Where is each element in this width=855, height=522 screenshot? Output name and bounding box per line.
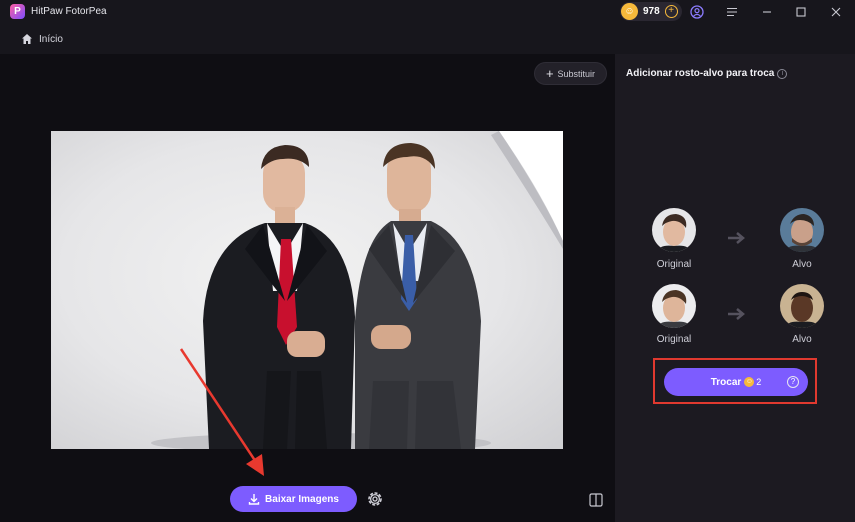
coin-icon: ☺ [621,3,638,20]
swap-label: Trocar [710,376,742,388]
download-images-button[interactable]: Baixar Imagens [230,486,357,512]
maximize-icon[interactable] [792,3,810,21]
home-link[interactable]: Início [39,34,63,45]
original-face-2[interactable] [652,284,696,328]
coin-icon: ☺ [744,377,755,387]
app-title: HitPaw FotorPea [31,6,107,17]
original-face-1[interactable] [652,208,696,252]
target-label-1: Alvo [792,259,812,270]
add-credits-icon[interactable]: + [664,5,678,18]
plus-icon: + [545,66,554,81]
nav-bar: Início [0,24,855,54]
close-icon[interactable] [827,3,845,21]
panel-title-text: Adicionar rosto-alvo para troca [626,68,775,79]
replace-label: Substituir [557,68,596,79]
credits-badge[interactable]: ☺ 978 + [620,2,682,21]
original-label-1: Original [656,259,692,270]
photo-two-men-in-suits [151,131,563,449]
download-label: Baixar Imagens [265,493,339,505]
image-preview [51,131,563,449]
arrow-right-icon [728,308,745,320]
target-face-2[interactable] [780,284,824,328]
minimize-icon[interactable] [758,3,776,21]
menu-icon[interactable] [723,3,741,21]
target-label-2: Alvo [792,334,812,345]
face-swap-panel [615,54,855,522]
settings-gear-icon[interactable] [366,490,384,508]
replace-button[interactable]: + Substituir [534,62,607,85]
app-logo-icon: P [10,4,25,19]
original-label-2: Original [656,334,692,345]
download-icon [248,494,260,505]
home-icon[interactable] [21,33,33,45]
swap-cost: 2 [756,377,762,387]
compare-view-icon[interactable] [589,493,603,507]
arrow-right-icon [728,232,745,244]
target-face-1[interactable] [780,208,824,252]
info-icon[interactable]: i [777,69,788,79]
panel-title: Adicionar rosto-alvo para troca i [626,68,788,79]
help-icon[interactable]: ? [787,376,799,388]
title-bar: P HitPaw FotorPea ☺ 978 + [0,0,855,24]
credit-count: 978 [643,6,660,17]
account-icon[interactable] [688,3,706,21]
annotation-arrow [179,348,264,476]
